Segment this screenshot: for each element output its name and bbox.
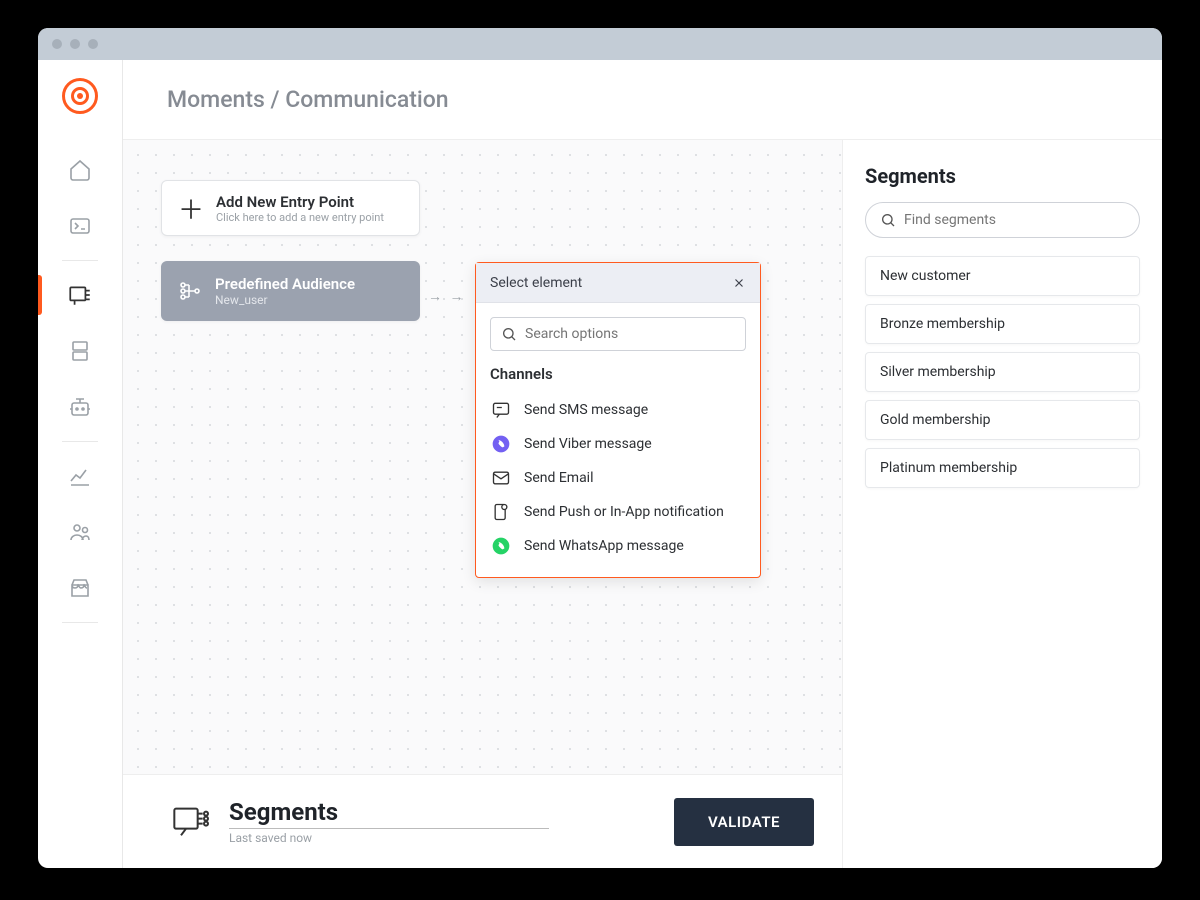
channel-label: Send SMS message (524, 402, 648, 418)
footer-subtitle: Last saved now (229, 831, 549, 845)
close-icon[interactable] (732, 276, 746, 290)
channel-label: Send Push or In-App notification (524, 504, 724, 520)
select-element-popup: Select element Channels (475, 262, 761, 578)
channel-whatsapp[interactable]: Send WhatsApp message (490, 529, 746, 563)
channel-label: Send Email (524, 470, 594, 486)
brand-logo (62, 78, 98, 114)
segment-item[interactable]: New customer (865, 256, 1140, 296)
audience-title: Predefined Audience (215, 275, 355, 293)
nav-templates[interactable] (38, 323, 123, 379)
channel-sms[interactable]: Send SMS message (490, 393, 746, 427)
search-icon (880, 212, 896, 228)
flow-canvas[interactable]: ＋ Add New Entry Point Click here to add … (123, 140, 842, 868)
nav-moments[interactable] (38, 267, 123, 323)
viber-icon (490, 433, 512, 455)
channel-email[interactable]: Send Email (490, 461, 746, 495)
app-window: Moments / Communication ＋ Add New Entry … (38, 28, 1162, 868)
nav-store[interactable] (38, 560, 123, 616)
channel-push[interactable]: Send Push or In-App notification (490, 495, 746, 529)
window-dot[interactable] (52, 39, 62, 49)
segment-item[interactable]: Bronze membership (865, 304, 1140, 344)
window-dot[interactable] (70, 39, 80, 49)
entry-title: Add New Entry Point (216, 193, 384, 211)
window-dot[interactable] (88, 39, 98, 49)
flow-arrow: → → (428, 288, 465, 305)
window-titlebar (38, 28, 1162, 60)
channel-viber[interactable]: Send Viber message (490, 427, 746, 461)
segment-item[interactable]: Silver membership (865, 352, 1140, 392)
entry-subtitle: Click here to add a new entry point (216, 211, 384, 224)
segment-item[interactable]: Gold membership (865, 400, 1140, 440)
segments-search[interactable] (865, 202, 1140, 238)
segment-item[interactable]: Platinum membership (865, 448, 1140, 488)
nav-bot[interactable] (38, 379, 123, 435)
search-icon (501, 326, 517, 342)
popup-title: Select element (490, 275, 582, 291)
add-entry-point-card[interactable]: ＋ Add New Entry Point Click here to add … (161, 180, 420, 236)
footer-bar: Segments Last saved now VALIDATE (123, 774, 842, 868)
whatsapp-icon (490, 535, 512, 557)
push-icon (490, 501, 512, 523)
plus-icon: ＋ (178, 190, 202, 227)
audience-icon (177, 279, 201, 303)
validate-button[interactable]: VALIDATE (674, 798, 814, 846)
email-icon (490, 467, 512, 489)
nav-people[interactable] (38, 504, 123, 560)
nav-analytics[interactable] (38, 448, 123, 504)
sidebar (38, 60, 123, 868)
channel-label: Send WhatsApp message (524, 538, 684, 554)
segments-icon (171, 802, 211, 842)
channels-heading: Channels (490, 365, 746, 383)
segments-panel: Segments New customer Bronze membership … (842, 140, 1162, 868)
nav-terminal[interactable] (38, 198, 123, 254)
popup-search[interactable] (490, 317, 746, 351)
segments-search-input[interactable] (904, 212, 1125, 228)
header: Moments / Communication (123, 60, 1162, 140)
breadcrumb: Moments / Communication (167, 86, 449, 113)
footer-title: Segments (229, 798, 549, 826)
popup-search-input[interactable] (525, 326, 735, 342)
nav-home[interactable] (38, 142, 123, 198)
sms-icon (490, 399, 512, 421)
channel-label: Send Viber message (524, 436, 652, 452)
predefined-audience-node[interactable]: Predefined Audience New_user (161, 261, 420, 321)
segments-heading: Segments (865, 164, 1140, 188)
audience-subtitle: New_user (215, 293, 355, 307)
